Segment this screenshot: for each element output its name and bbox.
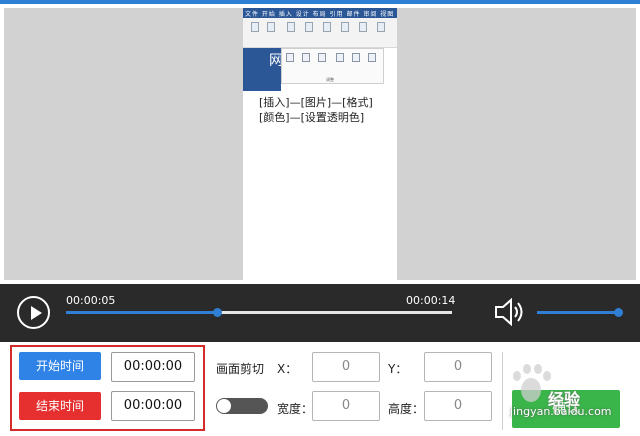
crop-toggle[interactable]: [216, 398, 268, 414]
ribbon-toolbar: [243, 18, 397, 48]
seek-bar-handle[interactable]: [212, 308, 222, 317]
end-time-button[interactable]: 结束时间: [19, 392, 101, 420]
window-top-border: [0, 0, 640, 4]
y-field[interactable]: 0: [424, 352, 492, 382]
total-time: 00:00:14: [406, 294, 456, 307]
height-field[interactable]: 0: [424, 391, 492, 421]
crop-label: 画面剪切: [216, 362, 265, 376]
popup-caption: 调整: [326, 77, 334, 82]
popup-icon: [318, 53, 326, 62]
watermark-url: jingyan.baidu.com: [510, 405, 612, 418]
toolbar-icon: [251, 22, 259, 32]
height-label: 高度：: [388, 402, 425, 416]
current-time: 00:00:05: [66, 294, 116, 307]
x-field[interactable]: 0: [312, 352, 380, 382]
toolbar-icon: [377, 22, 385, 32]
toolbar-icon: [305, 22, 313, 32]
panel-divider: [502, 352, 503, 430]
popup-icon: [368, 53, 376, 62]
toolbar-icon: [323, 22, 331, 32]
seek-bar[interactable]: [66, 308, 452, 317]
end-time-field[interactable]: 00:00:00: [111, 391, 195, 421]
popup-icon: [302, 53, 310, 62]
x-label: X：: [277, 362, 298, 376]
volume-slider-handle[interactable]: [614, 308, 623, 317]
color-popup: 调整: [281, 48, 384, 84]
play-button[interactable]: [17, 296, 50, 329]
toolbar-icon: [359, 22, 367, 32]
document-text-line-1: [插入]—[图片]—[格式]: [259, 96, 373, 109]
y-label: Y：: [388, 362, 408, 376]
playback-controls: 00:00:05 00:00:14: [0, 284, 640, 342]
start-time-field[interactable]: 00:00:00: [111, 352, 195, 382]
crop-toggle-knob: [217, 399, 231, 413]
toolbar-icon: [267, 22, 275, 32]
document-frame: 文件 开始 插入 设计 布局 引用 邮件 审阅 视图 格式 网 调整 [插入]—…: [243, 8, 397, 280]
video-preview: 文件 开始 插入 设计 布局 引用 邮件 审阅 视图 格式 网 调整 [插入]—…: [4, 8, 636, 280]
volume-slider[interactable]: [537, 311, 619, 314]
volume-icon[interactable]: [494, 296, 528, 328]
ribbon-tabs-text: 文件 开始 插入 设计 布局 引用 邮件 审阅 视图 格式: [245, 11, 397, 18]
document-text-line-2: [颜色]—[设置透明色]: [259, 111, 365, 124]
toolbar-icon: [287, 22, 295, 32]
start-time-button[interactable]: 开始时间: [19, 352, 101, 380]
seek-bar-progress: [66, 311, 217, 314]
play-icon: [31, 306, 42, 320]
ribbon-tabs: 文件 开始 插入 设计 布局 引用 邮件 审阅 视图 格式: [243, 8, 397, 18]
popup-icon: [352, 53, 360, 62]
toolbar-icon: [341, 22, 349, 32]
popup-icon: [336, 53, 344, 62]
popup-icon: [286, 53, 294, 62]
width-field[interactable]: 0: [312, 391, 380, 421]
width-label: 宽度：: [277, 402, 314, 416]
document-blue-block: 网: [243, 48, 283, 91]
